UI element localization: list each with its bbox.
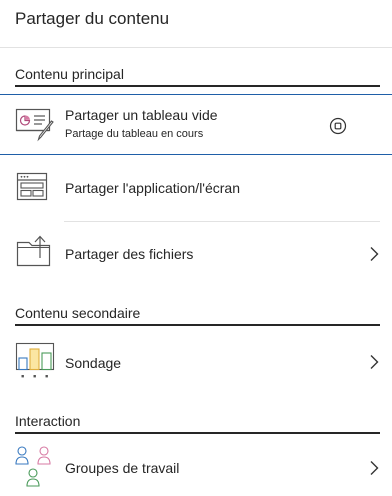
section-header-primary: Contenu principal [15, 63, 380, 87]
section-header-interaction: Interaction [15, 410, 380, 434]
chevron-right-icon [369, 246, 379, 267]
poll-chart-icon [15, 342, 55, 387]
breakout-groups-label: Groupes de travail [65, 460, 180, 476]
share-files-item[interactable]: Partager des fichiers [0, 222, 392, 286]
share-whiteboard-status: Partage du tableau en cours [65, 128, 204, 140]
share-files-label: Partager des fichiers [65, 246, 194, 262]
section-header-secondary: Contenu secondaire [15, 302, 380, 326]
share-whiteboard-item[interactable]: Partager un tableau vide Partage du tabl… [0, 94, 392, 155]
share-whiteboard-label: Partager un tableau vide [65, 107, 218, 123]
panel-title: Partager du contenu [15, 9, 170, 28]
chevron-right-icon [369, 460, 379, 481]
folder-upload-icon [15, 232, 53, 275]
screen-share-icon [15, 171, 51, 208]
share-screen-item[interactable]: Partager l'application/l'écran [0, 157, 392, 219]
breakout-groups-item[interactable]: Groupes de travail [0, 440, 392, 496]
breakout-groups-icon [15, 445, 55, 496]
poll-item[interactable]: Sondage [0, 330, 392, 396]
share-screen-label: Partager l'application/l'écran [65, 180, 240, 196]
stop-share-icon[interactable] [329, 117, 347, 140]
title-divider [0, 47, 392, 48]
poll-label: Sondage [65, 355, 122, 371]
whiteboard-icon [15, 106, 57, 147]
chevron-right-icon [369, 354, 379, 375]
